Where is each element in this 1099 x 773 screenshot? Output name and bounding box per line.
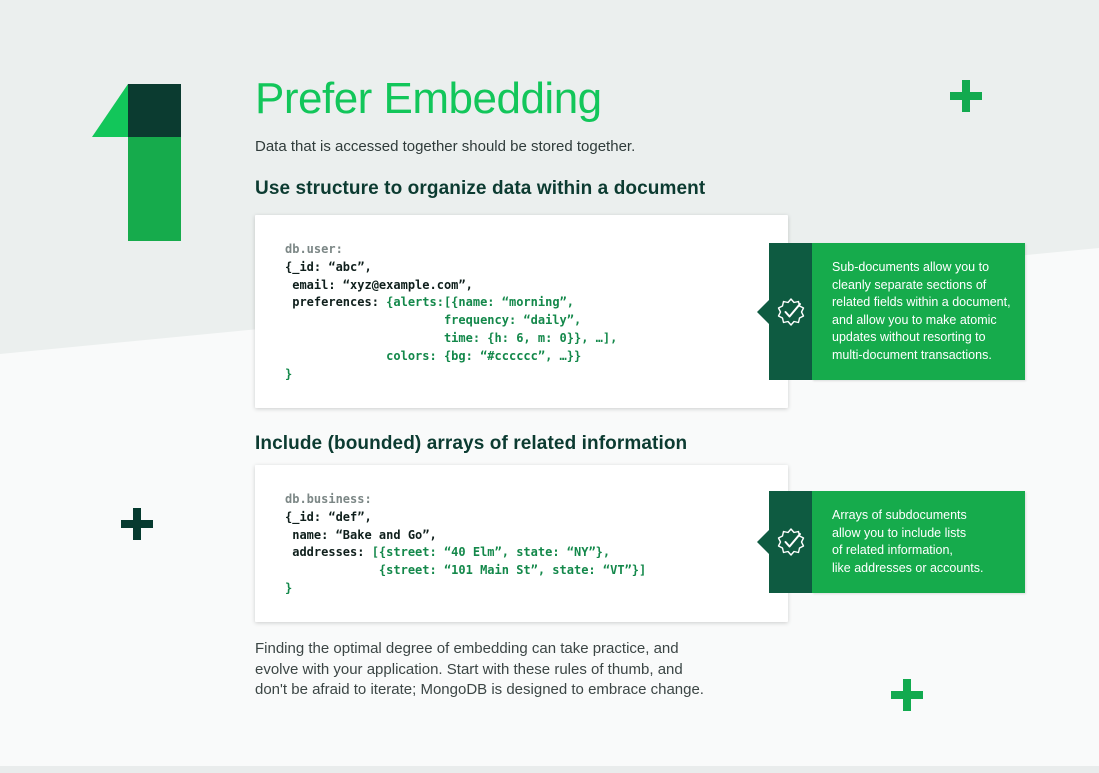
- code-token: colors: {bg: “#cccccc”, …}}: [285, 348, 582, 363]
- callout-text-panel: Sub-documents allow you to cleanly separa…: [812, 243, 1025, 380]
- text-line: evolve with your application. Start with…: [255, 660, 683, 678]
- code-token: frequency: “daily”,: [285, 313, 582, 328]
- code-token: }: [285, 580, 293, 595]
- code-card-business: db.business: {_id: “def”, name: “Bake an…: [255, 465, 788, 622]
- code-token: email: “xyz@example.com”,: [285, 277, 473, 292]
- bottom-strip: [0, 766, 1099, 773]
- code-token: db.user:: [285, 242, 343, 256]
- text-line: like addresses or accounts.: [832, 560, 984, 575]
- text-line: allow you to include lists: [832, 525, 967, 540]
- callout-pointer: [757, 530, 769, 554]
- callout-pointer: [757, 300, 769, 324]
- text-line: cleanly separate sections of: [832, 277, 987, 292]
- text-line: and allow you to make atomic: [832, 312, 997, 327]
- text-line: updates without resorting to: [832, 330, 986, 345]
- section-heading-structure: Use structure to organize data within a …: [255, 178, 706, 199]
- code-token: {_id: “abc”,: [285, 259, 372, 274]
- text-line: Sub-documents allow you to: [832, 260, 990, 274]
- check-badge-icon: [777, 298, 805, 326]
- number-one-graphic: [92, 84, 181, 241]
- text-line: don't be afraid to iterate; MongoDB is d…: [255, 681, 704, 698]
- code-token: [{street: “40 Elm”, state: “NY”},: [371, 545, 611, 560]
- code-block: db.business: {_id: “def”, name: “Bake an…: [285, 491, 646, 598]
- code-token: {_id: “def”,: [285, 509, 372, 524]
- code-token: {alerts:[{name: “morning”,: [386, 295, 574, 310]
- section-heading-arrays: Include (bounded) arrays of related info…: [255, 433, 688, 454]
- page-subtitle: Data that is accessed together should be…: [255, 138, 636, 155]
- code-token: addresses:: [285, 545, 372, 560]
- text-line: related fields within a document,: [832, 295, 1011, 310]
- code-token: time: {h: 6, m: 0}}, …],: [285, 330, 618, 345]
- code-token: db.business:: [285, 492, 372, 506]
- callout-text-panel: Arrays of subdocuments allow you to inclu…: [812, 491, 1025, 593]
- text-line: Arrays of subdocuments: [832, 508, 967, 522]
- callout-text: Sub-documents allow you to cleanly separa…: [832, 259, 1018, 365]
- page-title: Prefer Embedding: [255, 74, 602, 123]
- code-token: preferences:: [285, 295, 387, 310]
- plus-icon: [891, 679, 923, 711]
- text-line: of related information,: [832, 543, 953, 558]
- code-token: {street: “101 Main St”, state: “VT”}]: [285, 563, 647, 578]
- plus-icon: [950, 80, 982, 112]
- callout-text: Arrays of subdocuments allow you to inclu…: [832, 507, 1018, 577]
- code-token: name: “Bake and Go”,: [285, 527, 437, 542]
- code-card-user: db.user: {_id: “abc”, email: “xyz@exampl…: [255, 215, 788, 408]
- text-line: multi-document transactions.: [832, 347, 992, 362]
- text-line: Finding the optimal degree of embedding …: [255, 640, 679, 657]
- check-badge-icon: [777, 528, 805, 556]
- plus-icon: [121, 508, 153, 540]
- code-token: }: [285, 366, 293, 381]
- callout-subdocuments: Sub-documents allow you to cleanly separa…: [757, 243, 1025, 380]
- footer-paragraph: Finding the optimal degree of embedding …: [255, 639, 715, 701]
- callout-arrays: Arrays of subdocuments allow you to inclu…: [757, 491, 1025, 593]
- code-block: db.user: {_id: “abc”, email: “xyz@exampl…: [285, 241, 617, 383]
